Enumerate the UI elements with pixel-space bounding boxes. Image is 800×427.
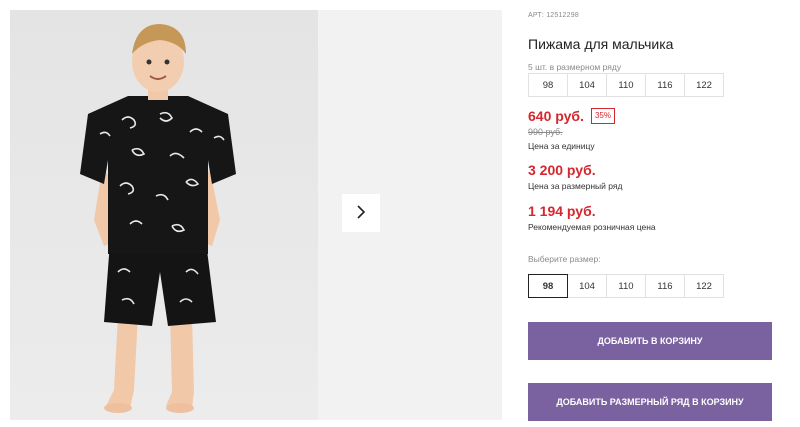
size-option-116[interactable]: 116 xyxy=(645,274,685,298)
size-option-122[interactable]: 122 xyxy=(684,274,724,298)
recommended-retail-price-label: Рекомендуемая розничная цена xyxy=(528,222,656,232)
size-option-110[interactable]: 110 xyxy=(606,274,646,298)
product-title: Пижама для мальчика xyxy=(528,36,674,52)
unit-price-label: Цена за единицу xyxy=(528,141,595,151)
pack-size-cell: 116 xyxy=(645,73,685,97)
product-photo[interactable] xyxy=(10,10,318,420)
size-selector: 98 104 110 116 122 xyxy=(528,274,724,298)
size-option-104[interactable]: 104 xyxy=(567,274,607,298)
pack-sizes-row: 98 104 110 116 122 xyxy=(528,73,724,97)
product-gallery xyxy=(10,10,502,420)
discount-badge: 35% xyxy=(590,108,615,124)
add-to-cart-button[interactable]: Добавить в корзину xyxy=(528,322,772,360)
product-info: АРТ: 12512298 Пижама для мальчика 5 шт. … xyxy=(528,0,790,427)
old-price: 990 руб. xyxy=(528,127,563,137)
select-size-label: Выберите размер: xyxy=(528,254,601,264)
pack-price-label: Цена за размерный ряд xyxy=(528,181,623,191)
unit-price: 640 руб. xyxy=(528,108,584,124)
pack-price: 3 200 руб. xyxy=(528,162,596,178)
pack-size-cell: 98 xyxy=(528,73,568,97)
recommended-retail-price: 1 194 руб. xyxy=(528,203,596,219)
gallery-next-button[interactable] xyxy=(342,194,380,232)
pack-size-cell: 104 xyxy=(567,73,607,97)
pack-size-label: 5 шт. в размерном ряду xyxy=(528,62,622,72)
pack-size-cell: 122 xyxy=(684,73,724,97)
article-number: АРТ: 12512298 xyxy=(528,12,579,19)
price-row: 640 руб. 35% xyxy=(528,108,615,124)
size-option-98[interactable]: 98 xyxy=(528,274,568,298)
pack-size-cell: 110 xyxy=(606,73,646,97)
add-pack-to-cart-button[interactable]: Добавить размерный ряд в корзину xyxy=(528,383,772,421)
chevron-right-icon xyxy=(355,204,367,222)
